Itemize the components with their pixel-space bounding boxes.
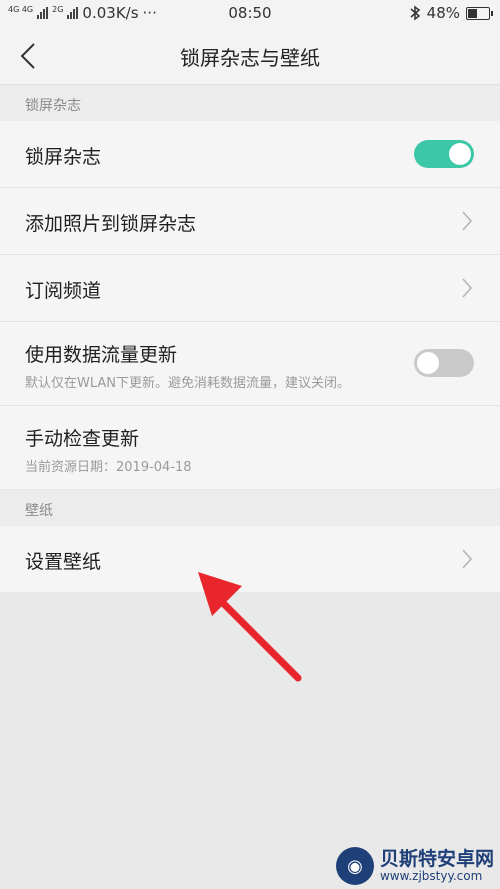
- setting-row-mobile-data-update[interactable]: 使用数据流量更新 默认仅在WLAN下更新。避免消耗数据流量，建议关闭。: [0, 322, 500, 406]
- status-right: 48%: [409, 4, 493, 22]
- section-heading: 锁屏杂志: [25, 98, 81, 114]
- toggle-knob: [417, 352, 439, 374]
- row-title: 锁屏杂志: [25, 146, 102, 168]
- row-title: 设置壁纸: [25, 551, 102, 573]
- annotation-arrow-icon: [198, 572, 302, 682]
- setting-row-lock-magazine[interactable]: 锁屏杂志: [0, 121, 500, 188]
- row-subtitle: 默认仅在WLAN下更新。避免消耗数据流量，建议关闭。: [25, 376, 351, 391]
- chevron-right-icon: [462, 211, 473, 231]
- battery-percent: 48%: [426, 4, 460, 22]
- chevron-right-icon: [462, 278, 473, 298]
- battery-fill: [468, 8, 477, 18]
- watermark-logo-icon: ◉: [335, 847, 374, 885]
- status-bar: 4G 4G 2G 0.03K/s ··· 08:50 48%: [0, 0, 500, 28]
- watermark-url: www.zjbstyy.com: [379, 868, 483, 883]
- row-title: 手动检查更新: [25, 428, 140, 450]
- section-heading: 壁纸: [25, 503, 53, 519]
- row-subtitle: 当前资源日期：2019-04-18: [25, 460, 192, 475]
- setting-row-subscribe-channels[interactable]: 订阅频道: [0, 255, 500, 322]
- row-title: 添加照片到锁屏杂志: [25, 213, 197, 235]
- chevron-right-icon: [462, 549, 473, 569]
- row-title: 使用数据流量更新: [25, 344, 178, 366]
- watermark-brand: 贝斯特安卓网: [379, 847, 494, 870]
- mobile-data-toggle[interactable]: [414, 349, 474, 377]
- setting-row-manual-check[interactable]: 手动检查更新 当前资源日期：2019-04-18: [0, 406, 500, 489]
- watermark: ◉ 贝斯特安卓网 www.zjbstyy.com: [335, 847, 494, 885]
- top-app-bar: 锁屏杂志与壁纸: [0, 28, 500, 85]
- bluetooth-icon: [410, 5, 420, 21]
- section-header-wallpaper: 壁纸: [0, 490, 500, 526]
- lock-magazine-toggle[interactable]: [414, 140, 474, 168]
- setting-row-add-photos[interactable]: 添加照片到锁屏杂志: [0, 188, 500, 255]
- page-title: 锁屏杂志与壁纸: [180, 46, 320, 70]
- row-title: 订阅频道: [25, 280, 102, 302]
- toggle-knob: [449, 143, 471, 165]
- watermark-text: 贝斯特安卓网 www.zjbstyy.com: [380, 849, 494, 883]
- battery-icon: [466, 6, 493, 20]
- section-header-lock-magazine: 锁屏杂志: [0, 85, 500, 121]
